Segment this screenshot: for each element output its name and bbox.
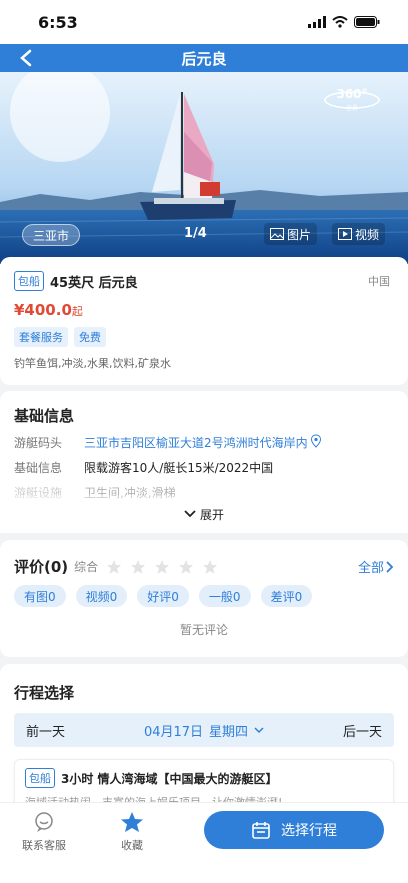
filter-positive[interactable]: 好评0	[137, 585, 189, 607]
nav-bar: 后元良	[0, 44, 408, 72]
city-chip: 三亚市	[22, 224, 80, 246]
section-title: 行程选择	[14, 684, 75, 702]
favorite-button[interactable]: 收藏	[120, 811, 144, 853]
panorama-360-label: 360°	[336, 87, 367, 101]
prev-day-button[interactable]: 前一天	[26, 721, 65, 740]
filter-neutral[interactable]: 一般0	[198, 585, 251, 607]
star-icon	[155, 559, 170, 574]
product-card: 包船 45英尺 后元良 中国 ¥400.0起 套餐服务 免费 钓竿鱼饵,冲淡,水…	[0, 257, 408, 385]
all-reviews-link[interactable]: 全部	[358, 557, 394, 576]
overall-label: 综合	[74, 560, 99, 574]
product-title: 45英尺 后元良	[50, 275, 138, 291]
marina-address-link[interactable]: 三亚市吉阳区榆亚大道2号鸿洲时代海岸内	[84, 434, 308, 451]
select-itinerary-label: 选择行程	[281, 823, 337, 839]
hero-gallery[interactable]: 360° 全景 三亚市 1/4 图片 视频	[0, 72, 408, 264]
info-value: 限载游客10人/艇长15米/2022中国	[84, 461, 274, 475]
video-button[interactable]: 视频	[332, 223, 386, 245]
page-title: 后元良	[181, 49, 227, 68]
panorama-sub-label: 全景	[346, 104, 358, 112]
back-button[interactable]	[14, 46, 38, 70]
product-description: 钓竿鱼饵,冲淡,水果,饮料,矿泉水	[14, 357, 171, 370]
expand-label: 展开	[199, 507, 224, 522]
star-icon	[179, 559, 194, 574]
info-row-basic: 基础信息 限载游客10人/艇长15米/2022中国	[14, 459, 394, 476]
section-title: 基础信息	[14, 407, 75, 425]
select-itinerary-button[interactable]: 选择行程	[204, 811, 384, 849]
signal-icon	[308, 16, 326, 28]
favorite-label: 收藏	[121, 839, 143, 852]
customer-service-button[interactable]: 联系客服	[22, 811, 66, 853]
reviews-title: 评价(0)	[14, 558, 69, 576]
image-counter: 1/4	[184, 226, 207, 241]
selected-date: 04月17日	[143, 724, 204, 740]
star-icon	[121, 812, 143, 832]
filter-negative[interactable]: 差评0	[260, 585, 313, 607]
reviews-card: 评价(0) 综合 全部 有图0 视频0 好评0 一般0 差评0 暂无评论	[0, 540, 408, 657]
status-icons	[308, 16, 380, 28]
rating-stars	[106, 559, 218, 575]
service-tag: 免费	[74, 327, 106, 347]
selected-weekday: 星期四	[209, 724, 249, 740]
customer-service-label: 联系客服	[22, 839, 66, 852]
location-icon[interactable]	[310, 434, 322, 448]
bottom-action-bar: 联系客服 收藏 选择行程	[0, 802, 408, 883]
wifi-icon	[332, 16, 348, 28]
date-selector: 前一天 04月17日 星期四 后一天	[14, 713, 394, 747]
filter-with-photos[interactable]: 有图0	[14, 585, 66, 607]
info-label: 基础信息	[14, 461, 63, 475]
charter-tag: 包船	[14, 271, 44, 291]
status-bar: 6:53	[0, 0, 408, 44]
schedule-card: 行程选择 前一天 04月17日 星期四 后一天 包船 3小时 情人湾海域【中国最…	[0, 664, 408, 819]
price-unit: 起	[71, 305, 83, 318]
product-country: 中国	[368, 275, 390, 288]
video-label: 视频	[355, 227, 380, 242]
chat-icon	[35, 812, 53, 832]
star-icon	[203, 559, 218, 574]
panorama-360-icon[interactable]: 360° 全景	[322, 84, 382, 114]
all-reviews-label: 全部	[357, 561, 384, 576]
charter-tag: 包船	[25, 768, 55, 788]
basic-info-card: 基础信息 游艇码头 三亚市吉阳区榆亚大道2号鸿洲时代海岸内 基础信息 限载游客1…	[0, 391, 408, 533]
calendar-icon	[252, 822, 270, 839]
chevron-right-icon	[386, 560, 394, 573]
photos-button[interactable]: 图片	[264, 223, 318, 245]
image-icon	[270, 228, 284, 240]
info-row-marina: 游艇码头 三亚市吉阳区榆亚大道2号鸿洲时代海岸内	[14, 434, 394, 451]
no-reviews-text: 暂无评论	[179, 623, 228, 637]
filter-video[interactable]: 视频0	[75, 585, 128, 607]
info-label: 游艇码头	[14, 436, 63, 450]
chevron-left-icon	[20, 49, 32, 67]
star-icon	[131, 559, 146, 574]
photos-label: 图片	[287, 227, 312, 242]
battery-icon	[354, 16, 380, 28]
service-tag: 套餐服务	[14, 327, 68, 347]
next-day-button[interactable]: 后一天	[343, 721, 382, 740]
price: ¥400.0起	[14, 301, 394, 319]
expand-button[interactable]: 展开	[0, 495, 408, 533]
star-icon	[107, 559, 122, 574]
date-picker[interactable]: 04月17日 星期四	[144, 721, 264, 740]
trip-title: 3小时 情人湾海域【中国最大的游艇区】	[61, 771, 278, 786]
review-filters: 有图0 视频0 好评0 一般0 差评0	[14, 585, 394, 607]
video-icon	[338, 228, 352, 240]
status-time: 6:53	[38, 12, 78, 32]
price-value: ¥400.0	[14, 301, 72, 319]
service-tags: 套餐服务 免费	[14, 327, 394, 347]
chevron-down-icon	[254, 726, 264, 733]
chevron-down-icon	[184, 510, 196, 518]
